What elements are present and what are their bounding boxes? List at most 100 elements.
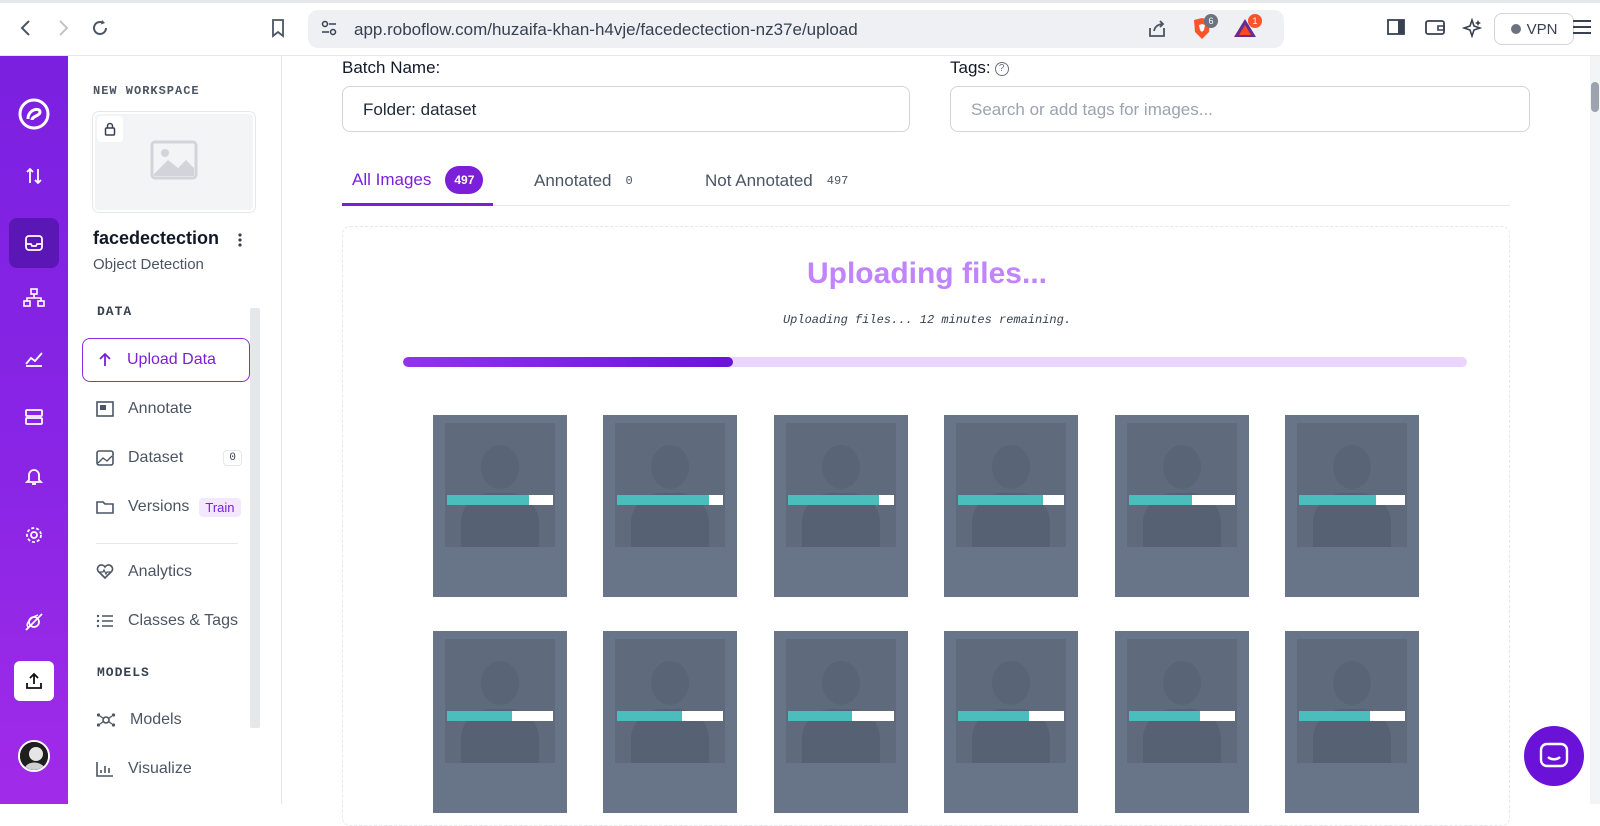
help-icon[interactable]: ? [994,61,1009,76]
person-head [992,445,1031,489]
upload-thumbnail[interactable] [944,631,1079,813]
sidebar-item-models[interactable]: Models [82,698,250,742]
settings-gear-icon[interactable] [14,515,54,555]
sidebar-item-classes-tags[interactable]: Classes & Tags [82,599,250,643]
thumbnail-progress-bar [1299,495,1405,505]
wallet-icon[interactable] [1424,18,1446,41]
upload-thumbnail[interactable] [1285,631,1419,813]
vpn-button[interactable]: VPN [1494,13,1574,45]
upload-thumbnail[interactable] [433,631,567,813]
sidebar-item-annotate[interactable]: Annotate [82,387,250,431]
tab-label: Not Annotated [705,171,813,190]
tab-all-images[interactable]: All Images 497 [342,156,494,206]
upload-progress-bar [403,357,1467,367]
site-settings-icon[interactable] [320,19,338,42]
person-head [481,661,519,705]
tab-label: Annotated [534,171,612,190]
reload-icon[interactable] [89,17,111,39]
tab-not-annotated[interactable]: Not Annotated 497 [705,156,848,206]
not-annotated-count: 497 [826,174,849,188]
notifications-bell-icon[interactable] [14,456,54,496]
share-icon[interactable] [1146,18,1168,45]
thumbnail-progress-bar [787,711,894,721]
roboflow-logo-icon[interactable] [14,94,54,134]
upload-thumbnail[interactable] [944,415,1079,597]
sidebar-item-analytics[interactable]: Analytics [82,550,250,594]
more-options-icon[interactable] [234,230,246,250]
thumbnail-photo [615,423,726,547]
sidebar-item-upload-data[interactable]: Upload Data [82,338,250,382]
tags-search-input[interactable]: Search or add tags for images... [950,86,1530,132]
folder-icon [96,501,114,514]
upload-thumbnail[interactable] [1114,631,1249,813]
upload-thumbnail[interactable] [1114,415,1249,597]
sidebar-item-dataset[interactable]: Dataset 0 [82,436,250,480]
person-head [821,445,860,489]
upload-thumbnail[interactable] [773,631,908,813]
thumbnail-progress-fill [1299,495,1377,505]
page-scrollbar-thumb[interactable] [1591,82,1599,112]
project-type: Object Detection [93,256,204,273]
list-icon [96,614,113,628]
person-head [651,445,690,489]
tab-annotated[interactable]: Annotated 0 [534,156,633,206]
leo-ai-icon[interactable] [1461,17,1483,43]
lock-icon [97,116,123,142]
upload-thumbnail[interactable] [1285,415,1419,597]
thumbnail-photo [956,423,1067,547]
menu-icon[interactable] [1572,18,1592,41]
analytics-chart-icon[interactable] [14,338,54,378]
upload-icon[interactable] [14,661,54,701]
brave-rewards-icon[interactable]: 1 [1232,14,1262,45]
upload-thumbnail[interactable] [433,415,567,597]
chat-support-button[interactable] [1524,726,1584,786]
address-bar[interactable]: app.roboflow.com/huzaifa-khan-h4vje/face… [308,10,1284,48]
sidebar-scrollbar[interactable] [250,308,260,728]
bar-chart-icon [96,762,113,777]
sidebar-item-visualize[interactable]: Visualize [82,747,250,791]
deployments-icon[interactable] [14,397,54,437]
thumbnail-photo [785,423,896,547]
person-head [1162,445,1201,489]
thumbnail-progress-fill [1128,495,1193,505]
page-scrollbar[interactable] [1590,56,1600,804]
thumbnail-progress-bar [1128,711,1235,721]
tags-label: Tags: [950,58,991,77]
upload-thumbnail[interactable] [773,415,908,597]
workflow-icon[interactable] [14,278,54,318]
sidebar-item-label: Annotate [128,400,193,417]
rewards-count-badge: 1 [1248,14,1262,28]
project-thumbnail[interactable] [93,112,255,212]
chat-icon [1539,742,1569,768]
upload-thumbnail[interactable] [603,631,738,813]
uploading-title: Uploading files... [806,257,1047,290]
image-filter-tabs: All Images 497 Annotated 0 Not Annotated… [342,156,1510,206]
thumbnail-progress-bar [447,495,553,505]
universe-icon[interactable] [14,602,54,642]
thumbnail-progress-bar [1299,711,1405,721]
sidebar-toggle-icon[interactable] [1386,18,1406,41]
arrow-up-icon [99,352,111,366]
sidebar-item-versions[interactable]: Versions Train [82,485,250,529]
back-icon[interactable] [15,17,37,39]
batch-name-label: Batch Name: [342,58,441,77]
models-section-label: MODELS [97,665,150,680]
url-text[interactable]: app.roboflow.com/huzaifa-khan-h4vje/face… [354,20,858,40]
transfer-icon[interactable] [14,156,54,196]
upload-thumbnail[interactable] [603,415,738,597]
upload-dropzone[interactable]: Uploading files... Uploading files... 12… [342,226,1510,826]
annotated-count: 0 [625,174,633,188]
thumbnail-progress-fill [958,711,1030,721]
thumbnail-progress-fill [617,711,683,721]
batch-name-input[interactable]: Folder: dataset [342,86,910,132]
train-tag[interactable]: Train [199,497,241,517]
shields-count-badge: 6 [1204,14,1218,28]
user-avatar[interactable] [18,740,50,772]
bookmark-icon[interactable] [267,17,289,39]
brave-shields-icon[interactable]: 6 [1190,14,1218,47]
upload-progress-fill [403,357,733,367]
forward-icon[interactable] [52,17,74,39]
all-images-count-badge: 497 [445,165,484,194]
inbox-icon[interactable] [9,218,59,268]
thumbnail-progress-fill [787,495,879,505]
